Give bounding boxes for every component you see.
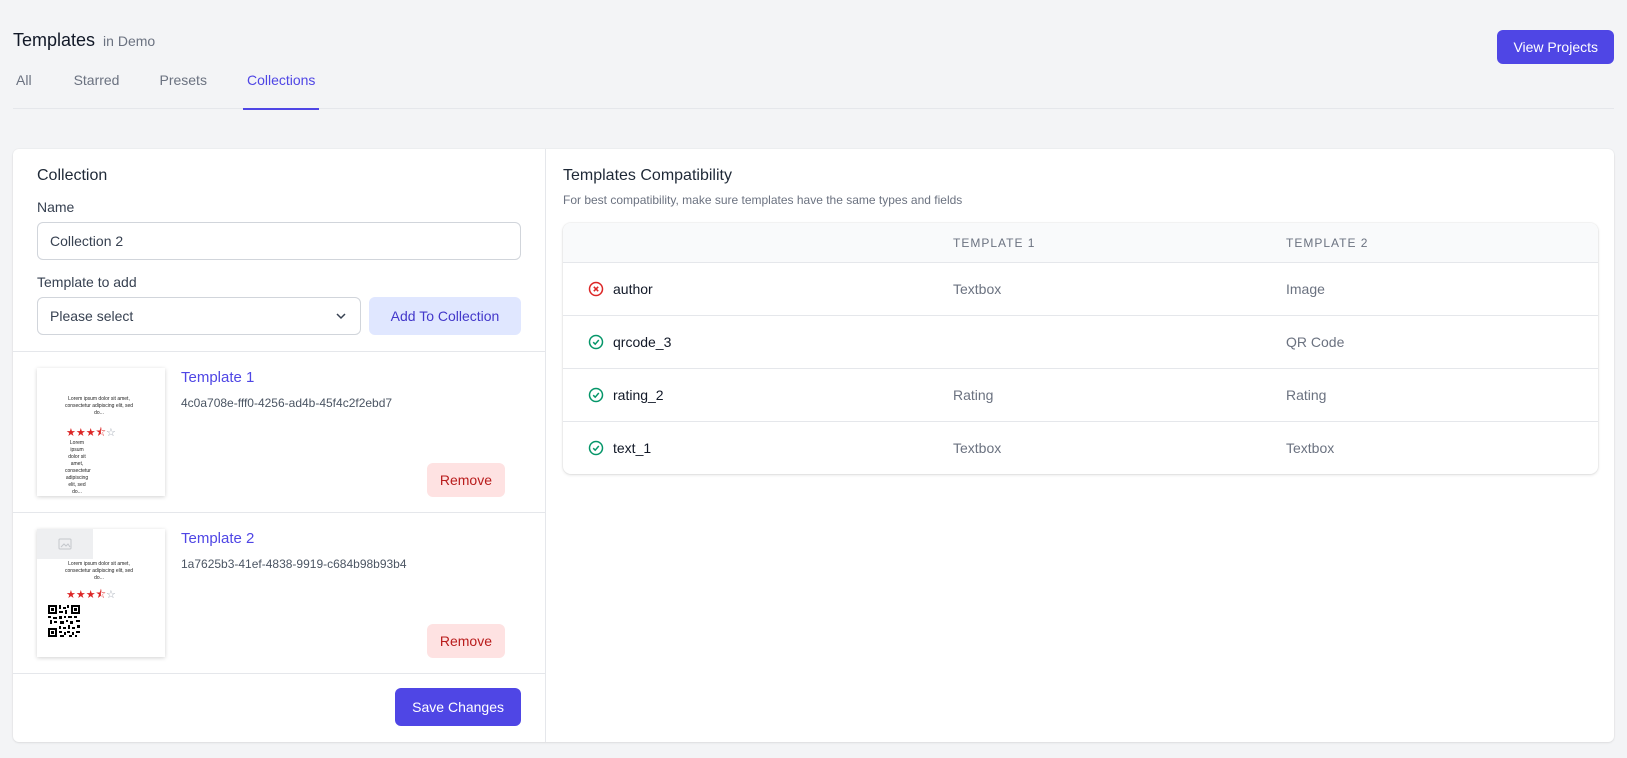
template-thumbnail: Lorem ipsum dolor sit amet, consectetur … — [37, 368, 165, 496]
tab-starred[interactable]: Starred — [74, 62, 120, 109]
rating-stars: ★★★⯪☆ — [66, 589, 116, 601]
tab-bar: All Starred Presets Collections — [13, 62, 1614, 110]
x-circle-icon — [588, 281, 604, 297]
save-changes-button[interactable]: Save Changes — [395, 688, 521, 726]
chevron-down-icon — [336, 313, 346, 320]
thumbnail-text: Lorem ipsum dolor sit amet, consectetur … — [64, 561, 134, 581]
add-to-collection-button[interactable]: Add To Collection — [369, 297, 521, 335]
collection-section-title: Collection — [37, 167, 108, 184]
field-name: qrcode_3 — [613, 334, 672, 350]
collection-card: Collection Name Collection 2 Template to… — [13, 149, 1614, 742]
template-name-link[interactable]: Template 1 — [181, 369, 254, 386]
field-name: text_1 — [613, 440, 652, 456]
table-row: rating_2 Rating Rating — [563, 369, 1598, 422]
compatibility-subtitle: For best compatibility, make sure templa… — [563, 193, 963, 207]
tab-presets[interactable]: Presets — [159, 62, 206, 109]
template-select-value: Please select — [50, 308, 134, 324]
template2-type: Rating — [1286, 387, 1327, 403]
table-header: TEMPLATE 1 TEMPLATE 2 — [563, 223, 1598, 263]
template-list-item: Lorem ipsum dolor sit amet, consectetur … — [13, 513, 545, 674]
collection-panel: Collection Name Collection 2 Template to… — [13, 149, 546, 742]
tab-collections[interactable]: Collections — [242, 62, 320, 110]
template-name-link[interactable]: Template 2 — [181, 530, 254, 547]
table-row: author Textbox Image — [563, 263, 1598, 316]
image-icon — [58, 538, 72, 550]
page-title: Templates — [13, 30, 96, 50]
template-id: 1a7625b3-41ef-4838-9919-c684b98b93b4 — [181, 557, 407, 571]
template-id: 4c0a708e-fff0-4256-ad4b-45f4c2f2ebd7 — [181, 396, 393, 410]
thumbnail-text-2: Lorem ipsum dolor sit amet, consectetur … — [65, 440, 91, 495]
view-projects-button[interactable]: View Projects — [1497, 30, 1614, 64]
template-list-item: Lorem ipsum dolor sit amet, consectetur … — [13, 352, 545, 513]
remove-template-button[interactable]: Remove — [426, 624, 505, 658]
compatibility-table: TEMPLATE 1 TEMPLATE 2 author Textbox Ima… — [563, 223, 1598, 474]
name-label: Name — [37, 199, 75, 215]
qr-code-icon — [48, 605, 80, 637]
template2-column-header: TEMPLATE 2 — [1286, 235, 1369, 250]
collection-name-value: Collection 2 — [50, 233, 124, 249]
image-placeholder — [37, 529, 93, 559]
template2-type: Image — [1286, 281, 1325, 297]
template1-type: Textbox — [953, 440, 1002, 456]
collection-name-input[interactable]: Collection 2 — [37, 222, 521, 260]
thumbnail-text: Lorem ipsum dolor sit amet, consectetur … — [64, 396, 134, 416]
template-thumbnail: Lorem ipsum dolor sit amet, consectetur … — [37, 529, 165, 657]
template1-type: Rating — [953, 387, 994, 403]
template1-column-header: TEMPLATE 1 — [953, 235, 1036, 250]
check-circle-icon — [588, 387, 604, 403]
template2-type: Textbox — [1286, 440, 1335, 456]
table-row: qrcode_3 QR Code — [563, 316, 1598, 369]
field-name: author — [613, 281, 653, 297]
template-select[interactable]: Please select — [37, 297, 361, 335]
template-to-add-label: Template to add — [37, 274, 137, 290]
tab-all[interactable]: All — [13, 62, 32, 109]
compatibility-panel: Templates Compatibility For best compati… — [546, 149, 1614, 742]
field-name: rating_2 — [613, 387, 664, 403]
table-row: text_1 Textbox Textbox — [563, 422, 1598, 474]
compatibility-title: Templates Compatibility — [563, 167, 732, 184]
check-circle-icon — [588, 440, 604, 456]
remove-template-button[interactable]: Remove — [426, 463, 505, 497]
check-circle-icon — [588, 334, 604, 350]
page-header: Templates in Demo View Projects — [13, 30, 1614, 64]
template1-type: Textbox — [953, 281, 1002, 297]
template2-type: QR Code — [1286, 334, 1345, 350]
page-subtitle: in Demo — [103, 33, 156, 49]
